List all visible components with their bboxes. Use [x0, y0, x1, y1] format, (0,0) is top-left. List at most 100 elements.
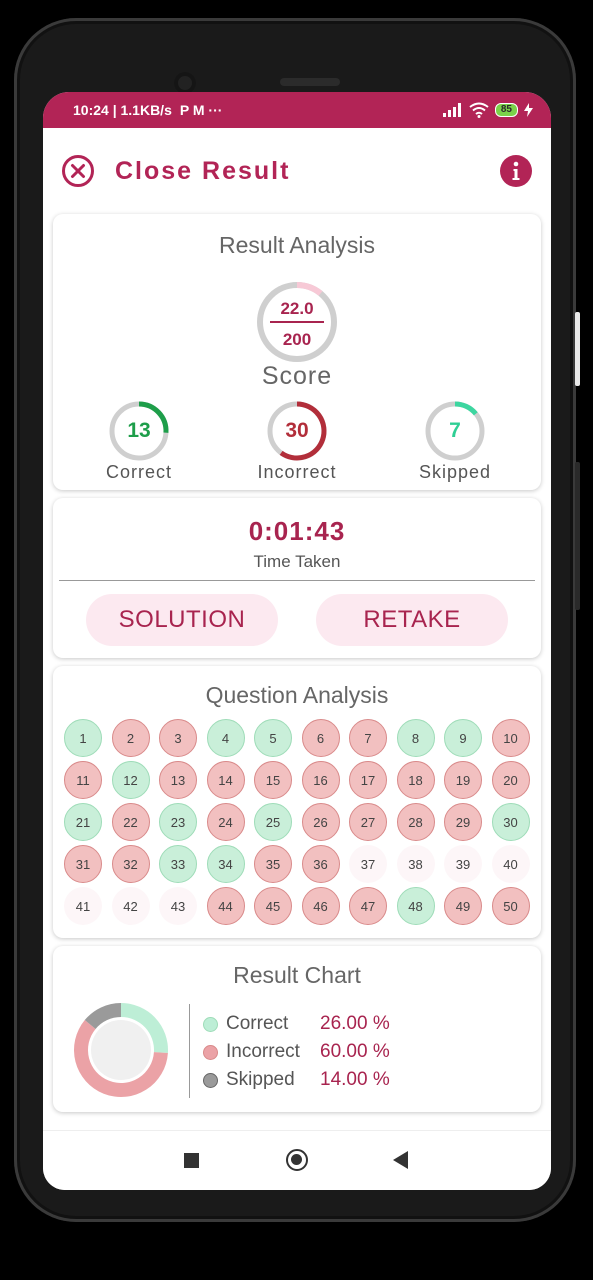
question-cell[interactable]: 37	[349, 845, 387, 883]
home-button[interactable]	[286, 1149, 308, 1171]
question-grid: 1 2 3 4 5 6 7 8 9 10 11 12 13 14 15 16 17 18 19 20 21 22 23 24 2…	[53, 709, 541, 925]
question-cell[interactable]: 12	[111, 761, 150, 799]
volume-button	[575, 462, 580, 610]
result-analysis-card: Result Analysis 22.0 200 Score 13 Correc…	[53, 214, 541, 490]
chart-divider	[189, 1004, 190, 1098]
back-button[interactable]	[393, 1151, 408, 1169]
correct-label: Correct	[105, 462, 172, 482]
question-cell[interactable]: 2	[111, 719, 150, 757]
question-cell[interactable]: 6	[301, 719, 340, 757]
question-cell[interactable]: 7	[349, 719, 387, 757]
question-analysis-title: Question Analysis	[205, 682, 389, 708]
question-cell[interactable]: 33	[159, 845, 197, 883]
question-cell[interactable]: 3	[159, 719, 197, 757]
question-cell[interactable]: 31	[64, 845, 102, 883]
time-taken-label: Time Taken	[253, 552, 341, 571]
divider	[59, 580, 535, 581]
question-cell[interactable]: 27	[349, 803, 387, 841]
question-cell[interactable]: 16	[301, 761, 340, 799]
power-button	[575, 312, 580, 386]
question-cell[interactable]: 9	[444, 719, 482, 757]
question-cell[interactable]: 29	[444, 803, 482, 841]
question-cell[interactable]: 43	[159, 887, 197, 925]
close-icon[interactable]	[61, 154, 95, 188]
question-cell[interactable]: 20	[491, 761, 530, 799]
question-cell[interactable]: 36	[301, 845, 340, 883]
question-cell[interactable]: 42	[111, 887, 150, 925]
result-chart-title: Result Chart	[233, 962, 361, 988]
question-cell[interactable]: 50	[491, 887, 530, 925]
app-screen: 10:24 | 1.1KB/s P M ··· 85 Close Result …	[43, 92, 551, 1190]
status-bar: 10:24 | 1.1KB/s P M ··· 85	[43, 92, 551, 128]
donut-center	[91, 1020, 151, 1080]
question-cell[interactable]: 21	[64, 803, 102, 841]
status-time: 10:24 | 1.1KB/s	[73, 102, 172, 118]
question-cell[interactable]: 40	[491, 845, 530, 883]
question-analysis-card: Question Analysis 1 2 3 4 5 6 7 8 9 10 11 12 13 14 15 1…	[53, 666, 541, 938]
time-taken-value: 0:01:43	[248, 516, 346, 546]
question-cell[interactable]: 5	[254, 719, 292, 757]
result-donut-chart	[73, 1003, 168, 1097]
question-cell[interactable]: 19	[444, 761, 482, 799]
incorrect-count: 30	[285, 419, 309, 442]
question-cell[interactable]: 30	[491, 803, 530, 841]
question-cell[interactable]: 45	[254, 887, 292, 925]
legend-value: 60.00 %	[320, 1041, 390, 1062]
question-cell[interactable]: 26	[301, 803, 340, 841]
skipped-stat: 7 Skipped	[395, 400, 515, 483]
page-title: Close Result	[115, 156, 291, 185]
score-ring-progress	[296, 282, 323, 296]
notification-icons: P M ···	[179, 102, 223, 118]
question-cell[interactable]: 18	[396, 761, 435, 799]
question-cell[interactable]: 1	[64, 719, 102, 757]
time-card: 0:01:43 Time Taken SOLUTION RETAKE	[53, 498, 541, 658]
recents-button[interactable]	[184, 1153, 199, 1168]
info-icon[interactable]	[499, 154, 533, 188]
legend-item-skipped: Skipped 14.00 %	[203, 1066, 390, 1094]
question-cell[interactable]: 13	[159, 761, 197, 799]
question-cell[interactable]: 8	[396, 719, 435, 757]
score-label: Score	[261, 362, 333, 390]
skipped-count: 7	[449, 419, 461, 442]
legend-label: Correct	[226, 1013, 289, 1034]
question-cell[interactable]: 17	[349, 761, 387, 799]
question-cell[interactable]: 49	[444, 887, 482, 925]
question-cell[interactable]: 10	[491, 719, 530, 757]
question-cell[interactable]: 34	[206, 845, 245, 883]
question-cell[interactable]: 32	[111, 845, 150, 883]
question-cell[interactable]: 46	[301, 887, 340, 925]
question-cell[interactable]: 48	[396, 887, 435, 925]
result-analysis-title: Result Analysis	[219, 232, 375, 258]
question-cell[interactable]: 24	[206, 803, 245, 841]
close-result-button[interactable]: Close Result	[61, 154, 290, 188]
legend-label: Skipped	[226, 1069, 295, 1090]
legend-label: Incorrect	[226, 1041, 300, 1062]
question-cell[interactable]: 47	[349, 887, 387, 925]
stat-ring-progress	[454, 401, 478, 416]
score-divider	[270, 321, 324, 323]
retake-button[interactable]: RETAKE	[316, 594, 508, 646]
correct-stat: 13 Correct	[79, 400, 199, 483]
question-cell[interactable]: 38	[396, 845, 435, 883]
correct-count: 13	[127, 419, 151, 442]
wifi-icon	[469, 102, 489, 118]
question-cell[interactable]: 41	[64, 887, 102, 925]
question-cell[interactable]: 11	[64, 761, 102, 799]
solution-button[interactable]: SOLUTION	[86, 594, 278, 646]
legend-value: 14.00 %	[320, 1069, 390, 1090]
question-cell[interactable]: 23	[159, 803, 197, 841]
question-cell[interactable]: 25	[254, 803, 292, 841]
question-cell[interactable]: 28	[396, 803, 435, 841]
legend-dot-correct	[203, 1016, 218, 1032]
system-nav-bar	[43, 1130, 551, 1190]
question-cell[interactable]: 14	[206, 761, 245, 799]
battery-icon: 85	[494, 103, 518, 117]
question-cell[interactable]: 44	[206, 887, 245, 925]
question-cell[interactable]: 22	[111, 803, 150, 841]
question-cell[interactable]: 35	[254, 845, 292, 883]
question-cell[interactable]: 39	[444, 845, 482, 883]
question-cell[interactable]: 15	[254, 761, 292, 799]
earpiece-speaker	[280, 78, 340, 86]
incorrect-label: Incorrect	[257, 462, 337, 482]
question-cell[interactable]: 4	[206, 719, 245, 757]
